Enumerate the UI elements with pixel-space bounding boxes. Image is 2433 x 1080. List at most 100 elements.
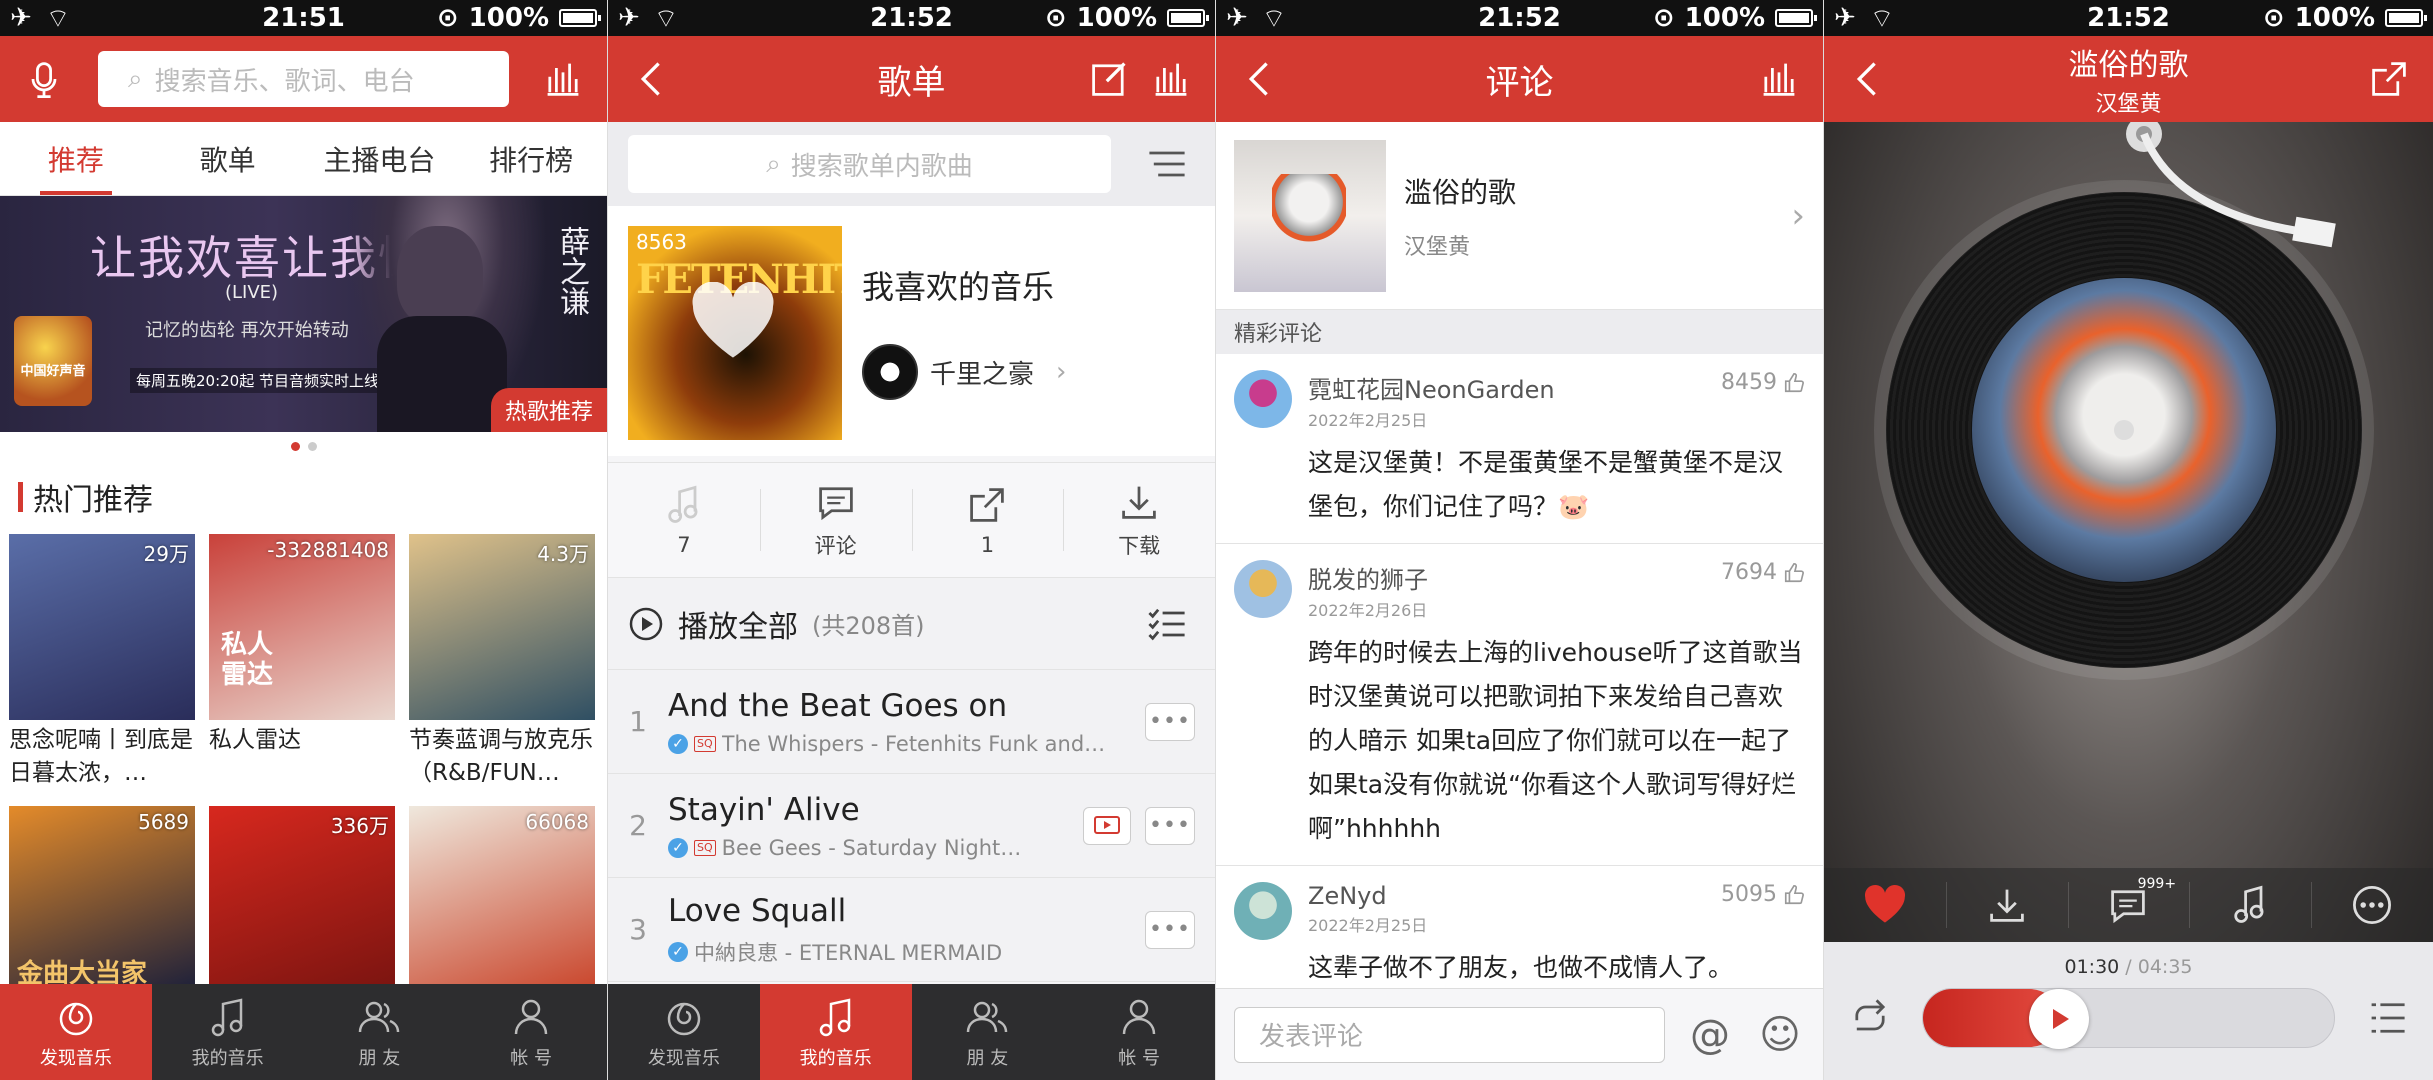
song-more-button[interactable]: •••: [1145, 702, 1195, 741]
playlist-action-download[interactable]: 下载: [1063, 463, 1215, 577]
song-cover: [1234, 139, 1386, 292]
playlist-cover: 5689 金曲大当家: [9, 806, 195, 992]
app-stage: ✈ ⌔ 21:51 ⊙ 100% ⌕ 搜索音乐、歌词、电台 推荐 歌单 主播电台 排行榜 …: [0, 0, 2433, 1080]
mention-icon[interactable]: @: [1685, 1010, 1735, 1060]
bottom-tab-friends[interactable]: 朋 友: [912, 984, 1064, 1080]
playlist-action-share[interactable]: 1: [911, 463, 1064, 577]
play-button[interactable]: [2028, 989, 2089, 1049]
mv-button[interactable]: [1083, 806, 1131, 845]
tab-2[interactable]: 主播电台: [304, 122, 456, 195]
song-number: 1: [629, 705, 647, 738]
play-all-count: (共208首): [812, 612, 925, 640]
sort-menu-icon[interactable]: [1139, 136, 1195, 192]
bottom-tab-my-music[interactable]: 我的音乐: [759, 984, 912, 1080]
tab-3[interactable]: 排行榜: [455, 122, 607, 195]
playlist-cover[interactable]: 8563 FETENHITS: [628, 226, 842, 440]
playlist-search-input[interactable]: ⌕ 搜索歌单内歌曲: [628, 135, 1111, 193]
progress-slider[interactable]: [1922, 988, 2335, 1049]
player-artist: 汉堡黄: [2095, 92, 2162, 117]
bottom-tab-account[interactable]: 帐 号: [1063, 984, 1215, 1080]
avatar[interactable]: [1234, 882, 1292, 940]
bottom-tab-discover-music[interactable]: 发现音乐: [608, 984, 760, 1080]
bottom-tab-label: 朋 友: [358, 1048, 401, 1069]
song-row[interactable]: 2 Stayin' Alive ✓ SQ Bee Gees - Saturday Nig…: [608, 774, 1215, 878]
avatar[interactable]: [1234, 370, 1292, 428]
playlist-owner[interactable]: 千里之豪 ›: [862, 344, 1195, 400]
action-label: 下载: [1118, 534, 1161, 558]
back-icon[interactable]: [1232, 51, 1288, 107]
vinyl-disc[interactable]: [1886, 192, 2362, 668]
playlist-action-music-note[interactable]: 7: [608, 463, 760, 577]
comment-date: 2022年2月25日: [1308, 916, 1428, 935]
bottom-tab-my-music[interactable]: 我的音乐: [152, 984, 304, 1080]
avatar[interactable]: [1234, 560, 1292, 618]
playlist-card-title: 思念呢喃丨到底是日暮太浓，…: [9, 727, 193, 786]
battery-icon: [1775, 9, 1817, 27]
song-row[interactable]: 1 And the Beat Goes on ✓ SQ The Whispers - F…: [608, 670, 1215, 774]
edit-icon[interactable]: [1081, 51, 1137, 107]
bottom-tab-discover-music[interactable]: 发现音乐: [0, 984, 152, 1080]
carousel-dot[interactable]: [290, 441, 300, 451]
wifi-icon: ⌔: [1869, 3, 1895, 34]
comment-button[interactable]: 999+: [2067, 868, 2190, 942]
play-count: 336万: [330, 814, 389, 838]
comment-count-badge: 999+: [2137, 876, 2177, 892]
play-count: 66068: [525, 810, 589, 834]
back-icon[interactable]: [1840, 51, 1896, 107]
more-icon: •••: [1149, 709, 1191, 734]
comment-item: 霓虹花园NeonGarden 2022年2月25日 8459 这是汉堡黄！不是蛋黄堡不…: [1216, 354, 1823, 544]
now-playing-icon[interactable]: [1751, 51, 1807, 107]
now-playing-icon[interactable]: [1143, 51, 1199, 107]
search-input[interactable]: ⌕ 搜索音乐、歌词、电台: [98, 51, 509, 107]
bottom-tab-label: 发现音乐: [647, 1048, 720, 1069]
play-count: -332881408: [267, 538, 389, 562]
comment-song-row[interactable]: 滥俗的歌 汉堡黄 ›: [1216, 122, 1823, 310]
song-artist-album: The Whispers - Fetenhits Funk and…: [721, 731, 1106, 756]
bottom-tab-account[interactable]: 帐 号: [455, 984, 607, 1080]
song-number: 3: [629, 913, 647, 946]
playlist-card[interactable]: 4.3万 节奏蓝调与放克乐（R&B/FUN…: [409, 534, 595, 792]
chevron-right-icon: ›: [1791, 195, 1805, 236]
like-button[interactable]: [1824, 868, 1946, 942]
like-button[interactable]: 8459: [1721, 370, 1805, 395]
banner[interactable]: 让我欢喜让我忧 (LIVE) 记忆的齿轮 再次开始转动 中国好声音 每周五晚20…: [0, 196, 607, 432]
playlist-action-comment[interactable]: 评论: [759, 463, 912, 577]
banner-live: (LIVE): [225, 282, 279, 303]
player-header: 滥俗的歌 汉堡黄: [1824, 36, 2433, 122]
bottom-tab-label: 朋 友: [966, 1048, 1009, 1069]
song-row[interactable]: 3 Love Squall ✓ 中納良恵 - ETERNAL MERMAID •••: [608, 878, 1215, 982]
like-button[interactable]: 5095: [1721, 882, 1805, 907]
audio-quality-button[interactable]: [2189, 868, 2311, 942]
song-more-button[interactable]: •••: [1145, 910, 1195, 949]
discover-music-icon: [667, 1002, 701, 1036]
playlist-card[interactable]: 29万 思念呢喃丨到底是日暮太浓，…: [9, 534, 195, 792]
comment-input[interactable]: 发表评论: [1234, 1006, 1665, 1063]
play-all-row[interactable]: 播放全部 (共208首): [608, 578, 1215, 670]
tab-0[interactable]: 推荐: [0, 122, 152, 195]
song-more-button[interactable]: •••: [1145, 806, 1195, 845]
more-button[interactable]: [2311, 868, 2433, 942]
mv-icon: [1094, 815, 1120, 834]
orientation-lock-icon: ⊙: [2262, 3, 2285, 33]
repeat-icon[interactable]: [1842, 990, 1898, 1046]
microphone-icon[interactable]: [16, 51, 72, 107]
share-icon[interactable]: [2361, 51, 2417, 107]
like-button[interactable]: 7694: [1721, 560, 1805, 585]
bottom-tab-friends[interactable]: 朋 友: [304, 984, 456, 1080]
carousel-dot[interactable]: [307, 441, 317, 451]
commenter-name[interactable]: 脱发的狮子: [1308, 560, 1428, 595]
playlist-queue-icon[interactable]: [2359, 990, 2415, 1046]
song-title: Stayin' Alive: [668, 791, 860, 828]
tab-1[interactable]: 歌单: [152, 122, 304, 195]
commenter-name[interactable]: ZeNyd: [1308, 882, 1427, 910]
download-button[interactable]: [1945, 868, 2068, 942]
back-icon[interactable]: [624, 51, 680, 107]
airplane-icon: ✈: [618, 3, 640, 33]
multi-select-icon[interactable]: [1139, 596, 1195, 652]
status-bar: ✈ ⌔ 21:52 ⊙ 100%: [1216, 0, 1823, 36]
now-playing-icon[interactable]: [535, 51, 591, 107]
commenter-name[interactable]: 霓虹花园NeonGarden: [1308, 370, 1555, 405]
playlist-card[interactable]: -332881408 私人 雷达 私人雷达: [209, 534, 395, 792]
playlist-cover: 336万: [209, 806, 395, 992]
emoji-icon[interactable]: ☺: [1755, 1010, 1805, 1060]
